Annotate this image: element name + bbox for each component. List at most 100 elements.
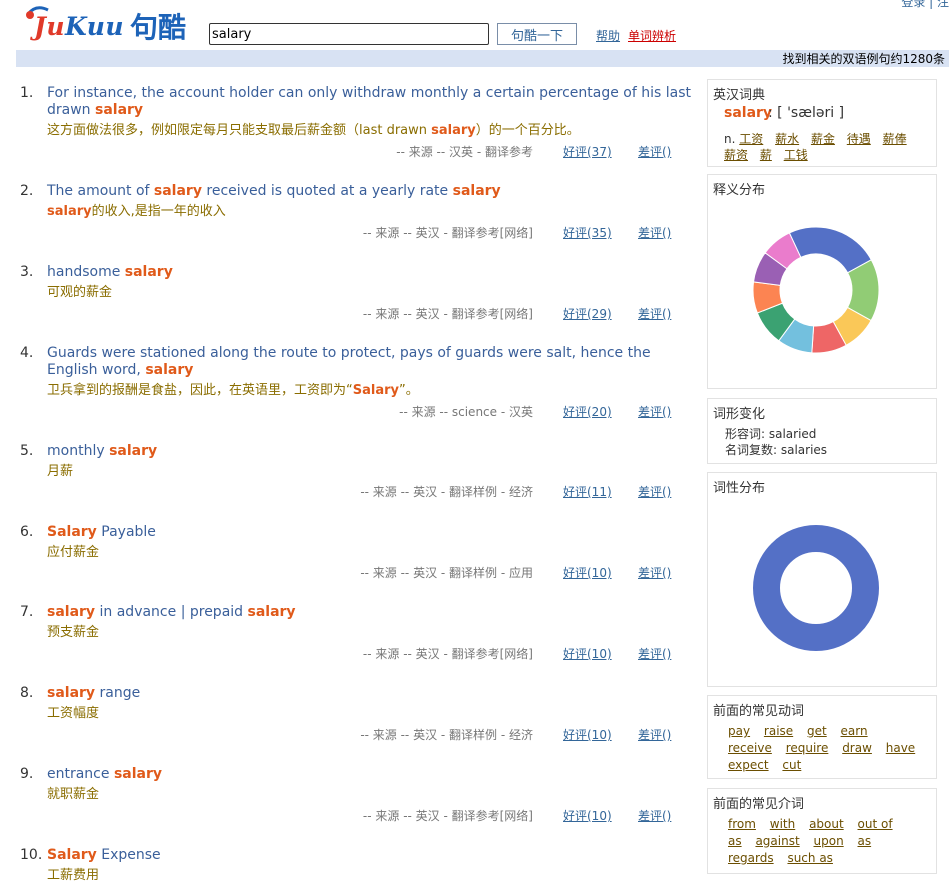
- definition-link[interactable]: 薪资: [724, 148, 748, 162]
- upvote-link[interactable]: 好评(11): [563, 483, 612, 500]
- result-chinese: 月薪: [47, 464, 74, 479]
- preposition-link[interactable]: with: [770, 817, 795, 831]
- pos-distribution-box: 词性分布: [707, 472, 937, 687]
- downvote-link[interactable]: 差评(): [638, 483, 671, 500]
- result-number: 5.: [20, 443, 34, 459]
- verb-link[interactable]: raise: [764, 724, 793, 738]
- preposition-link[interactable]: against: [755, 834, 799, 848]
- verb-link[interactable]: require: [786, 741, 829, 755]
- word-analysis-link[interactable]: 单词辨析: [628, 27, 676, 44]
- result-number: 2.: [20, 183, 34, 199]
- logo-cjk: 句酷: [130, 11, 187, 44]
- highlight-term: salary: [113, 766, 163, 782]
- verb-link[interactable]: earn: [841, 724, 868, 738]
- result-chinese: 卫兵拿到的报酬是食盐，因此，在英语里，工资即为“Salary”。: [47, 383, 419, 398]
- part-of-speech: n.: [724, 132, 736, 146]
- preposition-link[interactable]: from: [728, 817, 756, 831]
- downvote-link[interactable]: 差评(): [638, 726, 671, 743]
- result-number: 10.: [20, 847, 43, 863]
- result-english: salary in advance | prepaid salary: [47, 604, 296, 620]
- result-source: -- 来源 -- 英汉 - 翻译样例 - 经济: [360, 728, 533, 742]
- verb-link[interactable]: receive: [728, 741, 772, 755]
- preposition-link[interactable]: such as: [787, 851, 832, 865]
- donut-slice[interactable]: [788, 226, 872, 274]
- common-verbs-list: pay raise get earn receive require draw …: [728, 723, 928, 774]
- dictionary-word: salary: [724, 105, 773, 121]
- adjective-form: 形容词: salaried: [725, 427, 817, 441]
- sense-distribution-donut[interactable]: [751, 225, 881, 355]
- highlight-term: Salary: [47, 524, 97, 540]
- definition-link[interactable]: 工钱: [784, 148, 808, 162]
- donut-slice[interactable]: [753, 525, 879, 651]
- upvote-link[interactable]: 好评(29): [563, 305, 612, 322]
- result-source: -- 来源 -- 英汉 - 翻译参考[网络]: [362, 647, 533, 661]
- highlight-term: salary: [153, 183, 202, 199]
- common-preps-box: 前面的常见介词 from with about out of as agains…: [707, 788, 937, 874]
- definition-link[interactable]: 薪金: [811, 132, 835, 146]
- definition-link[interactable]: 薪俸: [883, 132, 907, 146]
- highlight-term: salary: [109, 443, 158, 459]
- login-link[interactable]: 登录 | 注: [901, 0, 949, 9]
- downvote-link[interactable]: 差评(): [638, 305, 671, 322]
- verb-link[interactable]: get: [807, 724, 827, 738]
- result-chinese: 应付薪金: [47, 545, 100, 560]
- upvote-link[interactable]: 好评(35): [563, 224, 612, 241]
- result-number: 3.: [20, 264, 34, 280]
- upvote-link[interactable]: 好评(10): [563, 645, 612, 662]
- verb-link[interactable]: have: [886, 741, 915, 755]
- downvote-link[interactable]: 差评(): [638, 807, 671, 824]
- result-english: For instance, the account holder can onl…: [47, 85, 691, 118]
- search-input[interactable]: [209, 23, 489, 45]
- site-logo[interactable]: JuKuu 句酷: [22, 2, 202, 46]
- verb-link[interactable]: expect: [728, 758, 769, 772]
- sense-distribution-box: 释义分布: [707, 174, 937, 389]
- result-number: 7.: [20, 604, 34, 620]
- result-chinese: 预支薪金: [47, 625, 100, 640]
- preposition-link[interactable]: as: [728, 834, 742, 848]
- downvote-link[interactable]: 差评(): [638, 645, 671, 662]
- result-source: -- 来源 -- 英汉 - 翻译参考[网络]: [362, 226, 533, 240]
- upvote-link[interactable]: 好评(10): [563, 726, 612, 743]
- definition-link[interactable]: 待遇: [847, 132, 871, 146]
- login-links[interactable]: 登录 | 注: [901, 0, 949, 10]
- upvote-link[interactable]: 好评(37): [563, 143, 612, 160]
- preposition-link[interactable]: as: [858, 834, 872, 848]
- upvote-link[interactable]: 好评(20): [563, 403, 612, 420]
- highlight-term: salary: [247, 604, 296, 620]
- preposition-link[interactable]: about: [809, 817, 844, 831]
- result-number: 1.: [20, 85, 34, 101]
- result-chinese: 工薪费用: [47, 868, 100, 883]
- upvote-link[interactable]: 好评(10): [563, 564, 612, 581]
- verb-link[interactable]: draw: [842, 741, 872, 755]
- preposition-link[interactable]: upon: [814, 834, 844, 848]
- highlight-term: Salary: [352, 383, 399, 398]
- result-source: -- 来源 -- 英汉 - 翻译样例 - 经济: [360, 485, 533, 499]
- highlight-term: Salary: [47, 847, 97, 863]
- verb-link[interactable]: pay: [728, 724, 750, 738]
- preposition-link[interactable]: out of: [858, 817, 893, 831]
- result-chinese: 工资幅度: [47, 706, 100, 721]
- downvote-link[interactable]: 差评(): [638, 403, 671, 420]
- definition-link[interactable]: 薪水: [775, 132, 799, 146]
- result-source: -- 来源 -- 英汉 - 翻译参考[网络]: [362, 307, 533, 321]
- definition-link[interactable]: 工资: [739, 132, 763, 146]
- sense-distribution-title: 释义分布: [713, 183, 766, 198]
- word-forms-box: 词形变化 形容词: salaried 名词复数: salaries: [707, 398, 937, 464]
- help-link[interactable]: 帮助: [596, 27, 620, 44]
- upvote-link[interactable]: 好评(10): [563, 807, 612, 824]
- dictionary-phonetic: : [ 'sæləri ]: [768, 105, 845, 121]
- downvote-link[interactable]: 差评(): [638, 224, 671, 241]
- definition-link[interactable]: 薪: [760, 148, 772, 162]
- common-verbs-box: 前面的常见动词 pay raise get earn receive requi…: [707, 695, 937, 779]
- result-source: -- 来源 -- 英汉 - 翻译参考[网络]: [362, 809, 533, 823]
- search-button[interactable]: 句酷一下: [497, 23, 577, 45]
- highlight-term: salary: [124, 264, 173, 280]
- downvote-link[interactable]: 差评(): [638, 564, 671, 581]
- result-number: 6.: [20, 524, 34, 540]
- downvote-link[interactable]: 差评(): [638, 143, 671, 160]
- preposition-link[interactable]: regards: [728, 851, 774, 865]
- pos-distribution-donut[interactable]: [751, 523, 881, 653]
- verb-link[interactable]: cut: [782, 758, 801, 772]
- result-english: entrance salary: [47, 766, 163, 782]
- dictionary-title: 英汉词典: [713, 88, 766, 103]
